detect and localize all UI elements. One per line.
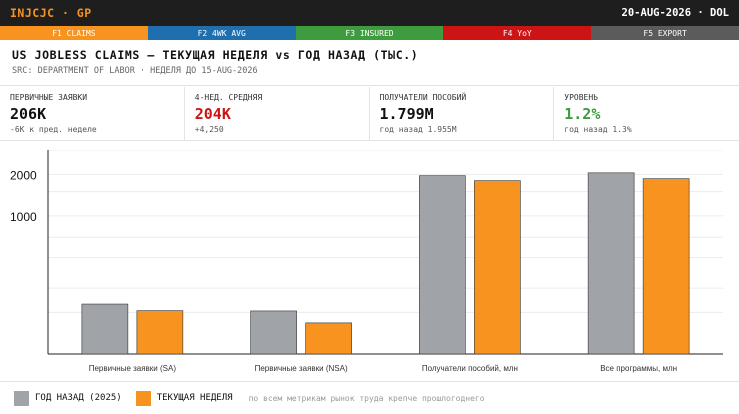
legend-item-prev: ГОД НАЗАД (2025) — [14, 390, 122, 406]
x-tick-label: Все программы, млн — [600, 364, 677, 373]
ticker-symbol: INJCJC · GP — [10, 6, 92, 20]
kpi-sub: -6K к пред. неделе — [10, 125, 97, 134]
kpi-label: ПОЛУЧАТЕЛИ ПОСОБИЙ — [379, 93, 467, 102]
fkey-4wk-avg[interactable]: F2 4WK AVG — [147, 26, 296, 40]
kpi-label: ПЕРВИЧНЫЕ ЗАЯВКИ — [10, 93, 88, 102]
x-tick-label: Получатели пособий, млн — [422, 364, 518, 373]
bar-curr — [305, 322, 352, 355]
kpi-value: 1.2% — [564, 105, 601, 123]
kpi-continuing-claims: ПОЛУЧАТЕЛИ ПОСОБИЙ 1.799M год назад 1.95… — [370, 87, 555, 140]
y-tick-label: 1000 — [10, 210, 37, 224]
function-key-bar: F1 CLAIMS F2 4WK AVG F3 INSURED F4 YoY F… — [0, 26, 739, 40]
fkey-export[interactable]: F5 EXPORT — [591, 26, 739, 40]
date-source: 20-AUG-2026 · DOL — [621, 7, 729, 19]
x-tick-label: Первичные заявки (SA) — [89, 364, 177, 373]
chart-legend: ГОД НАЗАД (2025) ТЕКУЩАЯ НЕДЕЛЯ по всем … — [0, 381, 739, 414]
bar-prev — [250, 310, 297, 355]
fkey-claims[interactable]: F1 CLAIMS — [0, 26, 148, 40]
kpi-value: 1.799M — [379, 105, 434, 123]
bar-curr — [474, 180, 521, 355]
legend-item-curr: ТЕКУЩАЯ НЕДЕЛЯ — [135, 390, 233, 406]
kpi-insured-rate: УРОВЕНЬ 1.2% год назад 1.3% — [554, 87, 739, 140]
kpi-sub: год назад 1.3% — [564, 125, 632, 134]
legend-label-prev: ГОД НАЗАД (2025) — [35, 393, 122, 403]
x-tick-label: Первичные заявки (NSA) — [255, 364, 348, 373]
y-tick-label: 2000 — [10, 168, 37, 182]
source-line: SRC: DEPARTMENT OF LABOR · НЕДЕЛЯ ДО 15-… — [12, 66, 258, 76]
bar-curr — [642, 178, 690, 355]
kpi-label: 4-НЕД. СРЕДНЯЯ — [194, 93, 263, 102]
kpi-label: УРОВЕНЬ — [564, 93, 598, 102]
fkey-yoy[interactable]: F4 YoY — [443, 26, 592, 40]
claims-bar-chart: 1000 2000 Первичные заявки (SA) Первичные з… — [10, 150, 723, 373]
legend-swatch-curr — [135, 390, 151, 406]
kpi-value: 206K — [10, 105, 47, 123]
kpi-sub: год назад 1.955M — [379, 125, 457, 134]
kpi-row: ПЕРВИЧНЫЕ ЗАЯВКИ 206K -6K к пред. неделе… — [0, 87, 739, 141]
legend-label-curr: ТЕКУЩАЯ НЕДЕЛЯ — [156, 393, 233, 403]
kpi-sub: +4,250 — [194, 125, 224, 134]
chart-header: US JOBLESS CLAIMS — ТЕКУЩАЯ НЕДЕЛЯ vs ГО… — [0, 40, 739, 86]
kpi-value: 204K — [194, 105, 231, 123]
page-title: US JOBLESS CLAIMS — ТЕКУЩАЯ НЕДЕЛЯ vs ГО… — [12, 48, 419, 62]
bar-curr — [136, 310, 184, 355]
bar-prev — [81, 303, 129, 355]
legend-note: по всем метрикам рынок труда крепче прош… — [248, 393, 485, 403]
top-bar: INJCJC · GP 20-AUG-2026 · DOL — [0, 0, 739, 26]
bar-prev — [419, 175, 466, 355]
fkey-insured[interactable]: F3 INSURED — [295, 26, 444, 40]
kpi-4wk-average: 4-НЕД. СРЕДНЯЯ 204K +4,250 — [185, 87, 370, 140]
kpi-initial-claims: ПЕРВИЧНЫЕ ЗАЯВКИ 206K -6K к пред. неделе — [0, 87, 185, 140]
bar-prev — [587, 172, 635, 355]
legend-swatch-prev — [14, 390, 29, 406]
